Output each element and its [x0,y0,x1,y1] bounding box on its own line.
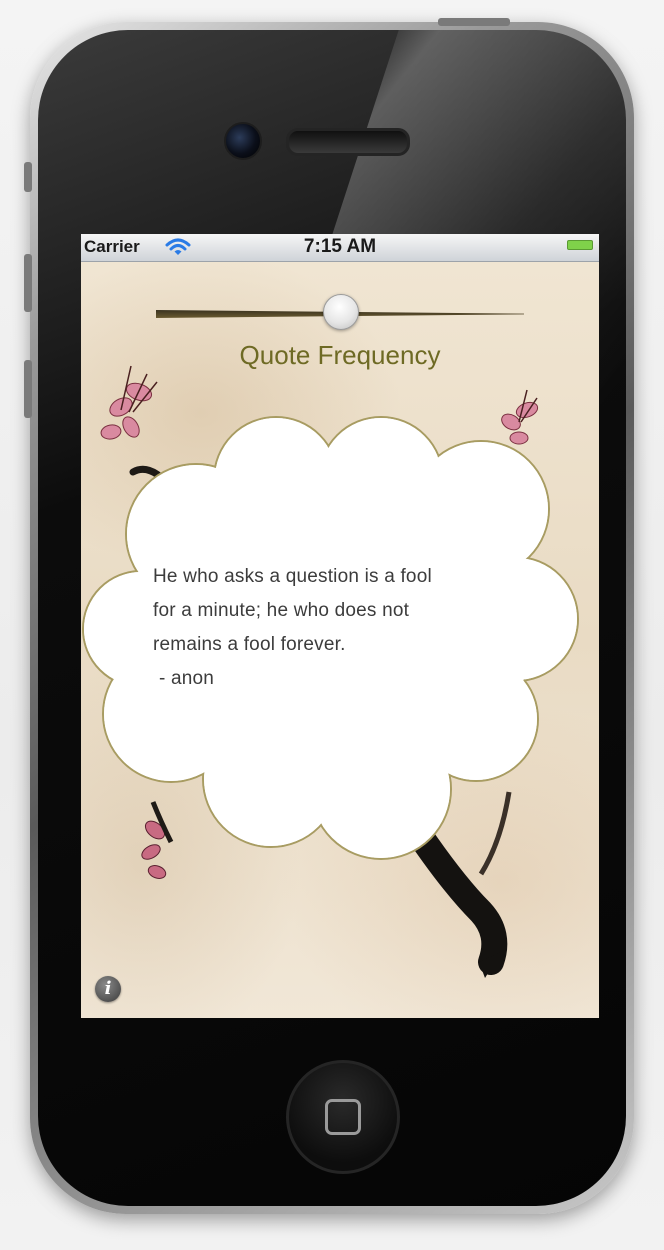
quote-line: He who asks a question is a fool [153,566,432,587]
earpiece-speaker [286,128,410,156]
power-button [438,18,510,26]
info-icon[interactable]: i [95,976,121,1002]
front-camera-icon [224,122,262,160]
mute-switch [24,162,32,192]
quote-text: He who asks a question is a fool for a m… [153,560,523,696]
app-screen: Carrier 7:15 AM Quote Frequency He who a… [81,234,599,1018]
quote-line: remains a fool forever. [153,634,346,655]
home-button[interactable] [286,1060,400,1174]
home-square-icon [325,1099,361,1135]
volume-up-button [24,254,32,312]
volume-down-button [24,360,32,418]
quote-line: for a minute; he who does not [153,600,410,621]
quote-author: - anon [159,668,215,689]
